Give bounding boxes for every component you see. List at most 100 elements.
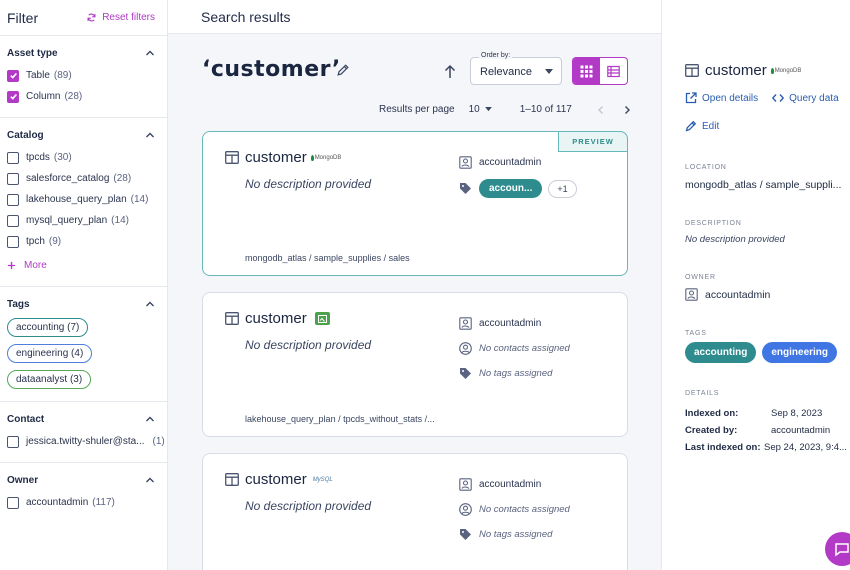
- option-count: (30): [53, 152, 72, 163]
- contact-header[interactable]: Contact: [7, 410, 155, 428]
- catalog-section: Catalog tpcds (30) salesforce_catalog (28)…: [0, 118, 167, 287]
- mysql-logo: MySQL: [312, 476, 333, 483]
- tags-label: TAGS: [685, 330, 707, 337]
- filter-title: Filter: [7, 9, 39, 26]
- external-link-icon: [685, 92, 697, 104]
- card-title[interactable]: customer MySQL: [225, 471, 333, 488]
- result-card[interactable]: customer No description provided account…: [202, 292, 628, 437]
- option-label: tpcds: [26, 152, 50, 163]
- checkbox-table[interactable]: [7, 69, 19, 82]
- asset-type-header[interactable]: Asset type: [7, 44, 155, 62]
- tags-header[interactable]: Tags: [7, 295, 155, 313]
- tag-filter-list: accounting (7) engineering (4) dataanaly…: [7, 316, 155, 391]
- asset-type-column-option[interactable]: Column (28): [7, 86, 155, 107]
- contact-section: Contact jessica.twitty-shuler@sta... (1): [0, 402, 167, 463]
- result-card[interactable]: customer MySQL No description provided a…: [202, 453, 628, 570]
- card-title[interactable]: customer MongoDB: [225, 149, 341, 166]
- contact-option[interactable]: jessica.twitty-shuler@sta... (1): [7, 431, 165, 452]
- pencil-icon[interactable]: [336, 63, 350, 77]
- tag-icon: [460, 368, 471, 379]
- checkbox[interactable]: [7, 214, 19, 227]
- indexed-on-row: Indexed on: Sep 8, 2023: [685, 405, 850, 422]
- checkbox[interactable]: [7, 193, 19, 206]
- catalog-title: Catalog: [7, 129, 44, 141]
- owner-option[interactable]: accountadmin (117): [7, 492, 155, 513]
- list-view-button[interactable]: [600, 58, 627, 84]
- owner-name: accountadmin: [479, 479, 542, 490]
- order-by-select[interactable]: Order by: Relevance: [470, 52, 562, 85]
- more-tags-chip[interactable]: +1: [548, 179, 577, 198]
- grid-view-button[interactable]: [573, 58, 600, 84]
- detail-tags: accounting engineering: [685, 342, 838, 363]
- table-icon: [225, 473, 239, 486]
- checkbox[interactable]: [7, 496, 19, 509]
- tag-count: (4): [71, 348, 84, 359]
- chevron-up-icon[interactable]: [145, 48, 155, 58]
- contacts-text: No contacts assigned: [479, 504, 570, 515]
- query-data-link[interactable]: Query data: [772, 92, 839, 104]
- catalog-header[interactable]: Catalog: [7, 126, 155, 144]
- checkbox[interactable]: [7, 235, 19, 248]
- detail-actions: Open details Query data Edit: [685, 91, 850, 147]
- option-label: salesforce_catalog: [26, 173, 110, 184]
- table-icon: [225, 312, 239, 325]
- card-meta: accountadmin No contacts assigned No tag…: [459, 311, 570, 386]
- card-owner: accountadmin: [459, 150, 577, 175]
- card-description: No description provided: [245, 177, 372, 191]
- chevron-left-icon[interactable]: [596, 105, 606, 115]
- asset-type-table-option[interactable]: Table (89): [7, 65, 155, 86]
- checkbox-column[interactable]: [7, 90, 19, 103]
- checkbox[interactable]: [7, 435, 19, 448]
- chevron-up-icon[interactable]: [145, 130, 155, 140]
- chat-button[interactable]: [825, 532, 850, 566]
- option-count: (117): [92, 497, 115, 508]
- catalog-option[interactable]: salesforce_catalog (28): [7, 168, 155, 189]
- tag-chip-engineering[interactable]: engineering: [762, 342, 838, 363]
- tag-chip-accounting[interactable]: accounting: [685, 342, 757, 363]
- catalog-option[interactable]: lakehouse_query_plan (14): [7, 189, 155, 210]
- card-tags: No tags assigned: [459, 361, 570, 386]
- catalog-option[interactable]: mysql_query_plan (14): [7, 210, 155, 231]
- chevron-up-icon[interactable]: [145, 299, 155, 309]
- chevron-right-icon[interactable]: [622, 105, 632, 115]
- more-catalogs-button[interactable]: More: [7, 254, 155, 276]
- owner-header[interactable]: Owner: [7, 471, 155, 489]
- filter-sidebar: Filter Reset filters Asset type Table (8…: [0, 0, 168, 570]
- reset-filters-button[interactable]: Reset filters: [86, 12, 155, 23]
- contact-icon: [459, 342, 472, 355]
- card-tags: accoun... +1: [459, 175, 577, 202]
- tag-filter-chip[interactable]: engineering (4): [7, 344, 93, 363]
- checkbox[interactable]: [7, 151, 19, 164]
- catalog-option[interactable]: tpch (9): [7, 231, 155, 252]
- plus-icon: [7, 261, 16, 269]
- catalog-option[interactable]: tpcds (30): [7, 147, 155, 168]
- tag-icon: [460, 183, 471, 194]
- check-icon: [9, 93, 17, 100]
- tag-filter-chip[interactable]: accounting (7): [7, 318, 89, 337]
- arrow-up-icon[interactable]: [443, 64, 457, 80]
- asset-type-section: Asset type Table (89) Column (28): [0, 36, 167, 118]
- tag-label: dataanalyst: [16, 374, 68, 385]
- option-label: Column: [26, 91, 61, 102]
- tag-chip[interactable]: accoun...: [479, 179, 543, 198]
- option-label: accountadmin: [26, 497, 89, 508]
- card-title[interactable]: customer: [225, 310, 330, 327]
- chevron-up-icon[interactable]: [145, 414, 155, 424]
- option-label: Table: [26, 70, 50, 81]
- pencil-icon: [685, 120, 697, 132]
- results-per-page-value: 10: [468, 104, 480, 115]
- card-title-text: customer: [245, 471, 307, 488]
- caret-down-icon: [484, 107, 492, 112]
- open-details-label: Open details: [702, 92, 759, 104]
- open-details-link[interactable]: Open details: [685, 92, 758, 104]
- results-per-page-select[interactable]: 10: [469, 104, 492, 115]
- tag-filter-chip[interactable]: dataanalyst (3): [7, 370, 92, 389]
- card-path: lakehouse_query_plan / tpcds_without_sta…: [245, 414, 435, 424]
- checkbox[interactable]: [7, 172, 19, 185]
- result-card[interactable]: PREVIEW customer MongoDB No description …: [202, 131, 628, 276]
- edit-link[interactable]: Edit: [685, 120, 719, 132]
- last-indexed-row: Last indexed on: Sep 24, 2023, 9:4...: [685, 439, 850, 456]
- results-range: 1–10 of 117: [519, 104, 572, 115]
- details-label: DETAILS: [685, 390, 720, 397]
- chevron-up-icon[interactable]: [145, 475, 155, 485]
